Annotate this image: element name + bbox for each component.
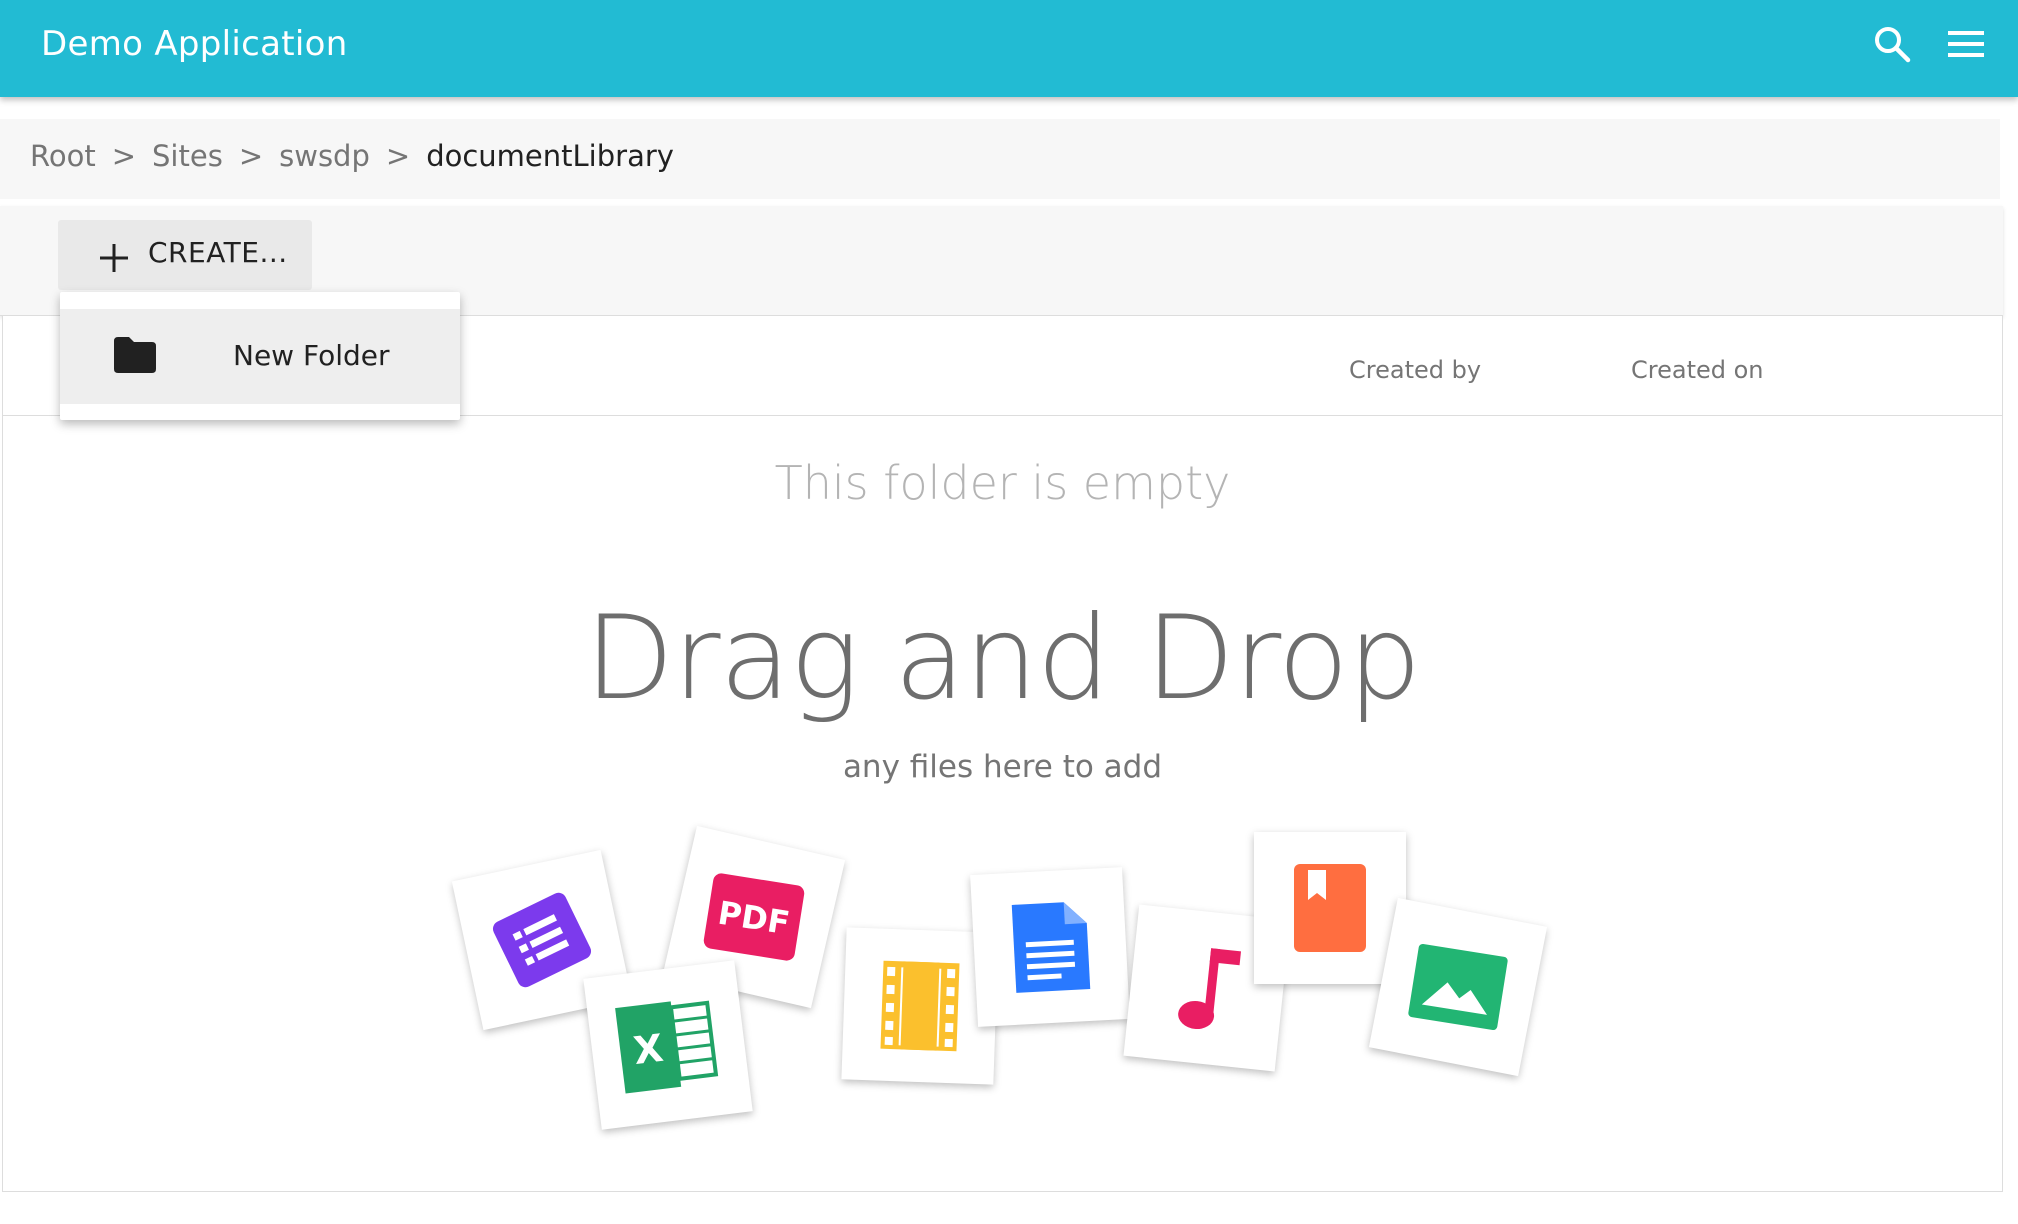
menu-item-label: New Folder [233, 339, 390, 372]
create-menu: New Folder [60, 292, 460, 420]
column-header-created-on[interactable]: Created on [1631, 356, 1764, 384]
create-button[interactable]: CREATE... [58, 220, 312, 290]
breadcrumb-separator: > [111, 139, 137, 173]
document-file-card [970, 867, 1130, 1027]
excel-icon: X [615, 1000, 719, 1094]
search-icon [1875, 27, 1911, 63]
app-title: Demo Application [41, 24, 348, 64]
document-list: Created by Created on This folder is emp… [2, 316, 2003, 1192]
music-icon [1178, 948, 1242, 1030]
drag-and-drop-subtitle: any files here to add [842, 749, 1163, 785]
menu-icon [1948, 31, 1984, 57]
breadcrumb-item-document-library: documentLibrary [426, 139, 674, 173]
book-file-card [1254, 832, 1406, 984]
search-button[interactable] [1862, 14, 1922, 74]
menu-button[interactable] [1936, 14, 1996, 74]
breadcrumb-item-root[interactable]: Root [30, 139, 96, 173]
breadcrumb-separator: > [385, 139, 411, 173]
create-button-label: CREATE... [148, 236, 288, 269]
plus-icon [100, 244, 128, 272]
image-icon [1408, 943, 1508, 1031]
menu-item-new-folder[interactable]: New Folder [60, 309, 460, 404]
drag-and-drop-title: Drag and Drop [584, 591, 1422, 726]
breadcrumb-item-sites[interactable]: Sites [152, 139, 223, 173]
book-icon [1294, 864, 1366, 952]
breadcrumb-item-swsdp[interactable]: swsdp [279, 139, 370, 173]
pdf-icon: PDF [703, 873, 805, 961]
app-bar: Demo Application [0, 0, 2018, 97]
excel-file-card: X [583, 960, 753, 1130]
form-icon [492, 892, 592, 988]
column-header-created-by[interactable]: Created by [1349, 356, 1481, 384]
breadcrumb-trail: Root > Sites > swsdp > documentLibrary [30, 139, 674, 173]
breadcrumb: Root > Sites > swsdp > documentLibrary [0, 119, 2000, 199]
video-icon [880, 960, 960, 1052]
breadcrumb-separator: > [238, 139, 264, 173]
empty-folder-message: This folder is empty [774, 456, 1231, 510]
document-icon [1011, 902, 1091, 993]
image-file-card [1368, 897, 1548, 1077]
folder-icon [114, 337, 156, 373]
svg-text:X: X [631, 1026, 665, 1073]
